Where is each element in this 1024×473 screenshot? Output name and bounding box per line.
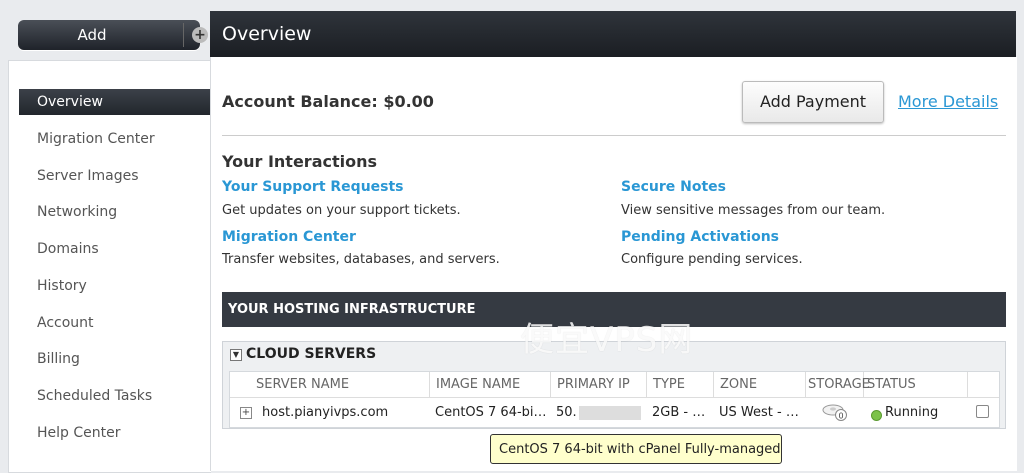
sidebar: Overview Migration Center Server Images … [8, 60, 211, 473]
image-name-tooltip: CentOS 7 64-bit with cPanel Fully-manage… [490, 434, 782, 464]
pending-activations-link[interactable]: Pending Activations [621, 229, 779, 245]
column-header-type[interactable]: TYPE [647, 372, 714, 397]
add-button[interactable]: Add + [18, 20, 208, 50]
column-header-server-name[interactable]: SERVER NAME [230, 372, 430, 397]
page-header: Overview [210, 11, 1016, 57]
servers-table: SERVER NAME IMAGE NAME PRIMARY IP TYPE Z… [229, 371, 1000, 428]
secure-notes-desc: View sensitive messages from our team. [621, 203, 886, 218]
svg-text:0: 0 [838, 412, 843, 421]
main-content: Account Balance: $0.00 Add Payment More … [210, 57, 1017, 471]
sidebar-item-migration-center[interactable]: Migration Center [19, 126, 211, 152]
secure-notes-link[interactable]: Secure Notes [621, 179, 726, 195]
sidebar-item-scheduled-tasks[interactable]: Scheduled Tasks [19, 383, 211, 409]
watermark: 便宜VPS网 [520, 320, 694, 360]
sidebar-item-account[interactable]: Account [19, 310, 211, 336]
column-header-primary-ip[interactable]: PRIMARY IP [551, 372, 647, 397]
redacted-ip-block [578, 405, 641, 420]
divider [222, 135, 1006, 136]
sidebar-item-help-center[interactable]: Help Center [19, 420, 211, 446]
collapse-toggle-icon[interactable]: ▼ [230, 349, 242, 361]
row-select-checkbox[interactable] [976, 405, 989, 418]
pending-activations-desc: Configure pending services. [621, 252, 803, 267]
page-title: Overview [222, 23, 312, 45]
column-header-status[interactable]: STATUS [864, 372, 968, 397]
sidebar-item-domains[interactable]: Domains [19, 236, 211, 262]
migration-center-link[interactable]: Migration Center [222, 229, 356, 245]
expand-row-icon[interactable]: + [240, 407, 252, 419]
column-header-image-name[interactable]: IMAGE NAME [430, 372, 551, 397]
account-balance: Account Balance: $0.00 [222, 92, 434, 111]
primary-ip-cell: 50. [556, 398, 641, 428]
more-details-link[interactable]: More Details [898, 92, 998, 111]
interactions-title: Your Interactions [222, 152, 378, 171]
sidebar-item-networking[interactable]: Networking [19, 199, 211, 225]
sidebar-item-server-images[interactable]: Server Images [19, 163, 211, 189]
sidebar-item-history[interactable]: History [19, 273, 211, 299]
status-cell: Running [885, 405, 939, 420]
sidebar-item-billing[interactable]: Billing [19, 346, 211, 372]
storage-disk-icon: 0 [822, 404, 847, 421]
add-button-label: Add [77, 26, 107, 44]
add-button-divider [183, 23, 184, 47]
migration-center-desc: Transfer websites, databases, and server… [222, 252, 500, 267]
sidebar-item-overview[interactable]: Overview [19, 89, 211, 115]
image-name-cell[interactable]: CentOS 7 64-bi… [435, 398, 547, 428]
plus-icon[interactable]: + [192, 27, 208, 43]
support-requests-link[interactable]: Your Support Requests [222, 179, 404, 195]
type-cell: 2GB - … [652, 405, 706, 420]
add-payment-button[interactable]: Add Payment [742, 81, 884, 123]
status-running-icon [871, 410, 882, 421]
column-header-storage[interactable]: STORAGE [806, 372, 870, 397]
zone-cell: US West - … [719, 405, 799, 420]
cloud-servers-title: CLOUD SERVERS [246, 346, 377, 362]
server-name-cell[interactable]: host.pianyivps.com [262, 398, 388, 428]
column-header-zone[interactable]: ZONE [714, 372, 806, 397]
primary-ip-value: 50. [556, 405, 577, 420]
support-requests-desc: Get updates on your support tickets. [222, 203, 461, 218]
